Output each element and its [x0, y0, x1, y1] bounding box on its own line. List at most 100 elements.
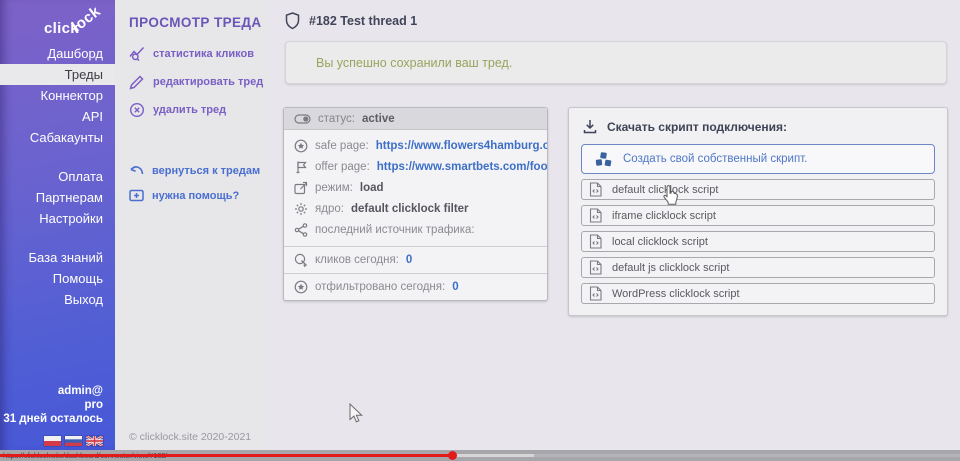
- sidebar-item-api[interactable]: API: [0, 106, 115, 127]
- last-traffic-source-row: последний источник трафика:: [284, 219, 547, 240]
- progress-buffered: [452, 454, 534, 457]
- click-stats-action[interactable]: статистика кликов: [129, 40, 263, 68]
- safe-page-row: safe page: https://www.flowers4hamburg.c…: [284, 135, 547, 156]
- sidebar-item-partners[interactable]: Партнерам: [0, 187, 115, 208]
- link-label: вернуться к тредам: [152, 165, 260, 177]
- bottom-statusbar: https://clicklock.site/dashboard/connect…: [0, 450, 960, 461]
- sidebar: clicklock Дашборд Треды Коннектор API Са…: [0, 0, 115, 450]
- sidebar-item-connector[interactable]: Коннектор: [0, 85, 115, 106]
- default-script-button[interactable]: default clicklock script: [581, 179, 935, 200]
- mode-value: load: [360, 182, 384, 194]
- filtered-today-value: 0: [452, 281, 458, 293]
- success-alert: Вы успешно сохранили ваш тред.: [285, 41, 947, 84]
- share-square-icon: [294, 181, 308, 195]
- action-label: статистика кликов: [153, 48, 254, 60]
- file-code-icon: [589, 208, 602, 223]
- video-progress-bar[interactable]: [0, 454, 960, 457]
- status-label: статус:: [318, 113, 355, 125]
- filtered-today-row: отфильтровано сегодня: 0: [284, 273, 547, 300]
- badge-star-icon: [294, 139, 308, 153]
- script-button-label: iframe clicklock script: [612, 210, 716, 222]
- row-label: режим:: [315, 182, 353, 194]
- file-code-icon: [589, 286, 602, 301]
- download-icon: [583, 119, 597, 134]
- default-js-script-button[interactable]: default js clicklock script: [581, 257, 935, 278]
- offer-page-row: offer page: https://www.smartbets.com/fo…: [284, 156, 547, 177]
- sidebar-item-help[interactable]: Помощь: [0, 268, 115, 289]
- flag-poland-icon[interactable]: [44, 436, 61, 446]
- sidebar-item-dashboard[interactable]: Дашборд: [0, 43, 115, 64]
- row-label: последний источник трафика:: [315, 224, 475, 236]
- sidebar-item-knowledge-base[interactable]: База знаний: [0, 247, 115, 268]
- file-code-icon: [589, 182, 602, 197]
- pencil-icon: [129, 74, 145, 90]
- script-button-label: WordPress clicklock script: [612, 288, 740, 300]
- thread-view-panel: ПРОСМОТР ТРЕДА статистика кликов редакти…: [115, 0, 268, 450]
- flag-icon: [294, 160, 308, 174]
- progress-played: [0, 454, 452, 457]
- account-info: admin@ pro 31 дней осталось: [0, 384, 115, 426]
- alert-message: Вы успешно сохранили ваш тред.: [316, 56, 512, 70]
- iframe-script-button[interactable]: iframe clicklock script: [581, 205, 935, 226]
- delete-thread-action[interactable]: удалить тред: [129, 96, 263, 124]
- row-label: offer page:: [315, 161, 370, 173]
- main-content: #182 Test thread 1 Вы успешно сохранили …: [268, 0, 960, 450]
- link-label: нужна помощь?: [152, 190, 239, 202]
- page-title: #182 Test thread 1: [309, 14, 417, 28]
- gear-icon: [294, 202, 308, 216]
- core-row: ядро: default clicklock filter: [284, 198, 547, 219]
- page-header: #182 Test thread 1: [285, 12, 417, 30]
- flag-russia-icon[interactable]: [65, 436, 82, 446]
- counter-label: кликов сегодня:: [315, 254, 399, 266]
- wordpress-script-button[interactable]: WordPress clicklock script: [581, 283, 935, 304]
- mode-row: режим: load: [284, 177, 547, 198]
- local-script-button[interactable]: local clicklock script: [581, 231, 935, 252]
- action-label: редактировать тред: [153, 76, 263, 88]
- row-label: safe page:: [315, 140, 369, 152]
- clicklock-logo[interactable]: clicklock: [44, 20, 110, 37]
- app-window: clicklock Дашборд Треды Коннектор API Са…: [0, 0, 960, 461]
- edit-thread-action[interactable]: редактировать тред: [129, 68, 263, 96]
- progress-remaining: [534, 454, 960, 457]
- status-header: статус: active: [284, 108, 547, 130]
- sidebar-item-settings[interactable]: Настройки: [0, 208, 115, 229]
- safe-page-link[interactable]: https://www.flowers4hamburg.com/: [376, 140, 547, 152]
- account-plan: pro: [0, 398, 103, 412]
- share-nodes-icon: [294, 223, 308, 237]
- file-code-icon: [589, 234, 602, 249]
- add-box-icon: [129, 189, 144, 202]
- download-scripts-card: Скачать скрипт подключения: Создать свой…: [568, 107, 948, 316]
- clicks-today-value: 0: [406, 254, 412, 266]
- offer-page-link[interactable]: https://www.smartbets.com/football/tea..…: [377, 161, 547, 173]
- row-label: ядро:: [315, 203, 344, 215]
- sidebar-nav: Дашборд Треды Коннектор API Сабакаунты О…: [0, 43, 115, 310]
- clicks-today-row: кликов сегодня: 0: [284, 246, 547, 273]
- flag-uk-icon[interactable]: [86, 436, 103, 446]
- shield-icon: [285, 12, 300, 30]
- script-button-label: default clicklock script: [612, 184, 718, 196]
- action-label: удалить тред: [153, 104, 226, 116]
- status-value: active: [362, 113, 395, 125]
- back-to-threads-link[interactable]: вернуться к тредам: [129, 158, 260, 183]
- counter-label: отфильтровано сегодня:: [315, 281, 445, 293]
- progress-scrubber-dot[interactable]: [448, 451, 457, 460]
- blocks-icon: [594, 151, 613, 168]
- toggle-icon: [294, 114, 311, 124]
- sidebar-item-logout[interactable]: Выход: [0, 289, 115, 310]
- account-email: admin@: [0, 384, 103, 398]
- create-custom-script-button[interactable]: Создать свой собственный скрипт.: [581, 144, 935, 174]
- sidebar-item-payment[interactable]: Оплата: [0, 166, 115, 187]
- copyright-footer: © clicklock.site 2020-2021: [129, 431, 251, 443]
- status-rows: safe page: https://www.flowers4hamburg.c…: [284, 130, 547, 246]
- language-switcher: [44, 436, 103, 446]
- account-days-left: 31 дней осталось: [0, 412, 103, 426]
- panel-links: вернуться к тредам нужна помощь?: [129, 158, 260, 208]
- sidebar-item-subaccounts[interactable]: Сабакаунты: [0, 127, 115, 148]
- create-button-label: Создать свой собственный скрипт.: [623, 153, 807, 165]
- scripts-header: Скачать скрипт подключения:: [569, 108, 947, 142]
- stats-chart-icon: [129, 46, 145, 62]
- scripts-title: Скачать скрипт подключения:: [607, 120, 787, 134]
- sidebar-item-threads[interactable]: Треды: [0, 64, 115, 85]
- panel-title: ПРОСМОТР ТРЕДА: [129, 15, 262, 30]
- need-help-link[interactable]: нужна помощь?: [129, 183, 260, 208]
